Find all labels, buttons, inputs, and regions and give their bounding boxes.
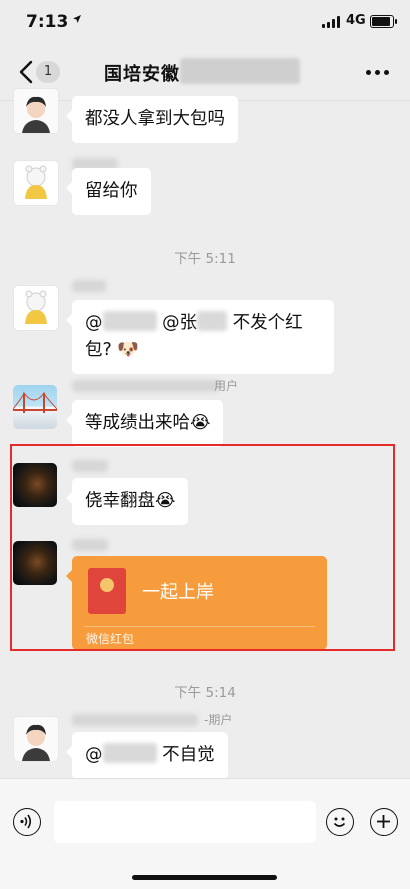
sender-name-suffix: -期户 bbox=[204, 713, 233, 727]
message-bubble[interactable]: @ 不自觉 bbox=[66, 732, 228, 779]
red-packet[interactable]: 一起上岸 微信红包 bbox=[66, 556, 327, 650]
chat-title: 国培安徽 bbox=[104, 64, 180, 85]
message-text: 侥幸翻盘😭 bbox=[85, 491, 176, 511]
man-avatar-icon bbox=[22, 724, 50, 761]
sender-name-redacted bbox=[72, 460, 108, 472]
sender-name-suffix: 用户 bbox=[214, 379, 239, 393]
avatar[interactable] bbox=[13, 385, 57, 429]
avatar[interactable] bbox=[13, 541, 57, 585]
redacted-word bbox=[102, 311, 157, 331]
status-time: 7:13 bbox=[26, 12, 69, 32]
avatar[interactable] bbox=[13, 716, 59, 762]
message-bubble[interactable]: 等成绩出来哈😭 bbox=[65, 400, 224, 447]
red-packet-title: 一起上岸 bbox=[142, 582, 214, 603]
message-bubble[interactable]: 留给你 bbox=[66, 168, 151, 215]
mention-at: @ bbox=[85, 745, 103, 765]
redacted-word bbox=[197, 311, 228, 331]
red-envelope-icon bbox=[88, 568, 126, 614]
message-text: 等成绩出来哈😭 bbox=[85, 413, 211, 433]
avatar[interactable] bbox=[13, 160, 59, 206]
message-text: 都没人拿到大包吗 bbox=[85, 109, 225, 129]
message-text: 不自觉 bbox=[156, 745, 215, 765]
man-avatar-icon bbox=[22, 96, 50, 133]
emoji-icon bbox=[333, 817, 346, 827]
voice-button[interactable] bbox=[13, 808, 41, 836]
message-text: 不发个红 bbox=[227, 313, 303, 333]
message-input[interactable] bbox=[54, 801, 316, 843]
redacted-word bbox=[102, 743, 157, 763]
avatar[interactable] bbox=[13, 88, 59, 134]
bear-avatar-icon bbox=[25, 290, 47, 324]
unread-count-badge[interactable]: 1 bbox=[36, 61, 60, 83]
sender-name-redacted bbox=[72, 714, 198, 726]
timestamp: 下午 5:11 bbox=[174, 251, 236, 267]
chat-header: 1 国培安徽 bbox=[0, 44, 410, 101]
plus-icon bbox=[377, 815, 390, 828]
message-text: 留给你 bbox=[85, 181, 138, 201]
signal-icon bbox=[322, 16, 342, 28]
home-indicator bbox=[132, 875, 277, 880]
red-packet-label: 微信红包 bbox=[86, 632, 135, 646]
mention-text: @张 bbox=[156, 313, 198, 333]
avatar[interactable] bbox=[13, 285, 59, 331]
bear-avatar-icon bbox=[25, 165, 47, 199]
message-bubble[interactable]: 都没人拿到大包吗 bbox=[66, 96, 238, 143]
emoji-button[interactable] bbox=[326, 808, 354, 836]
sender-name-redacted bbox=[72, 280, 106, 292]
add-button[interactable] bbox=[370, 808, 398, 836]
message-bubble[interactable]: 侥幸翻盘😭 bbox=[65, 478, 189, 525]
title-redacted bbox=[180, 58, 300, 84]
input-bar bbox=[0, 778, 410, 889]
divider bbox=[84, 626, 315, 627]
network-type: 4G bbox=[346, 13, 366, 28]
sender-name-redacted bbox=[72, 539, 108, 551]
status-bar: 7:13 4G bbox=[0, 0, 410, 44]
mention-at: @ bbox=[85, 313, 103, 333]
voice-icon bbox=[20, 814, 32, 829]
timestamp: 下午 5:14 bbox=[174, 685, 236, 701]
sender-name-redacted bbox=[72, 380, 220, 392]
message-text-line2: 包? 🐶 bbox=[85, 340, 140, 360]
location-arrow-icon bbox=[73, 15, 81, 23]
battery-icon bbox=[370, 15, 397, 28]
more-options-icon[interactable] bbox=[366, 70, 390, 76]
avatar[interactable] bbox=[13, 463, 57, 507]
bridge-avatar-icon bbox=[13, 391, 57, 413]
message-bubble[interactable]: @ @张 不发个红 包? 🐶 bbox=[66, 300, 334, 374]
